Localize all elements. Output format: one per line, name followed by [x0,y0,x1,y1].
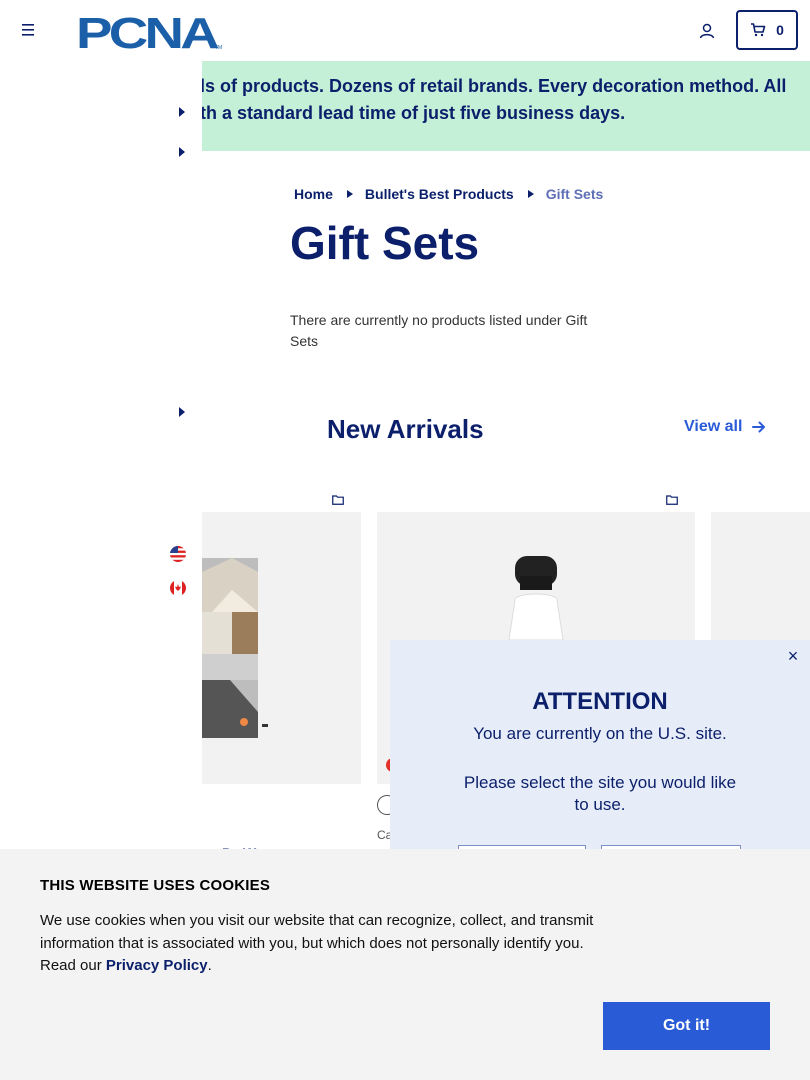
modal-title: ATTENTION [532,688,668,715]
cart-count: 0 [776,22,784,38]
got-it-button[interactable]: Got it! [603,1002,770,1050]
cart-button[interactable]: 0 [736,10,798,50]
banner-text: ls of products. Dozens of retail brands.… [202,73,802,127]
breadcrumb-bullets-best[interactable]: Bullet's Best Products [365,186,514,202]
close-icon[interactable]: × [785,647,801,665]
folder-icon[interactable] [332,495,344,505]
blanket-image [202,558,268,738]
breadcrumb: Home Bullet's Best Products Gift Sets [294,185,603,203]
empty-products-message: There are currently no products listed u… [290,312,588,349]
us-flag-icon[interactable] [170,546,186,562]
breadcrumb-home[interactable]: Home [294,186,333,202]
breadcrumb-gift-sets: Gift Sets [545,186,604,202]
caret-right-icon[interactable] [178,107,186,117]
svg-text:PCNA: PCNA [76,11,219,51]
banner-line-2: th a standard lead time of just five bus… [202,103,626,123]
svg-text:TM: TM [215,45,222,51]
arrow-right-icon [752,421,766,433]
cookie-body: We use cookies when you visit our websit… [40,910,610,978]
new-arrivals-title: New Arrivals [327,414,484,444]
view-all-label: View all [684,418,743,435]
modal-current-site-text: You are currently on the U.S. site. [473,724,727,743]
caret-right-icon[interactable] [178,147,186,157]
cookie-title: THIS WEBSITE USES COOKIES [40,877,271,894]
site-header: PCNA TM 0 [0,0,810,61]
promo-banner: ls of products. Dozens of retail brands.… [202,61,810,151]
banner-line-1: ls of products. Dozens of retail brands.… [202,76,787,96]
privacy-policy-link[interactable]: Privacy Policy [106,957,208,974]
cookie-period: . [207,957,212,974]
user-icon[interactable] [697,21,717,41]
breadcrumb-separator-icon [527,190,534,198]
cart-icon [751,23,766,37]
site-select-modal [390,640,810,880]
caret-right-icon[interactable] [178,407,186,417]
page-title: Gift Sets [290,217,480,269]
folder-icon[interactable] [666,495,678,505]
hamburger-icon[interactable] [20,22,36,38]
modal-instruction-text: Please select the site you would like to… [463,773,737,814]
view-all-link[interactable]: View all [684,418,766,436]
breadcrumb-separator-icon [346,190,353,198]
canada-flag-icon[interactable] [170,580,186,596]
pcna-logo[interactable]: PCNA TM [76,11,224,51]
product-card-image[interactable] [202,512,361,784]
